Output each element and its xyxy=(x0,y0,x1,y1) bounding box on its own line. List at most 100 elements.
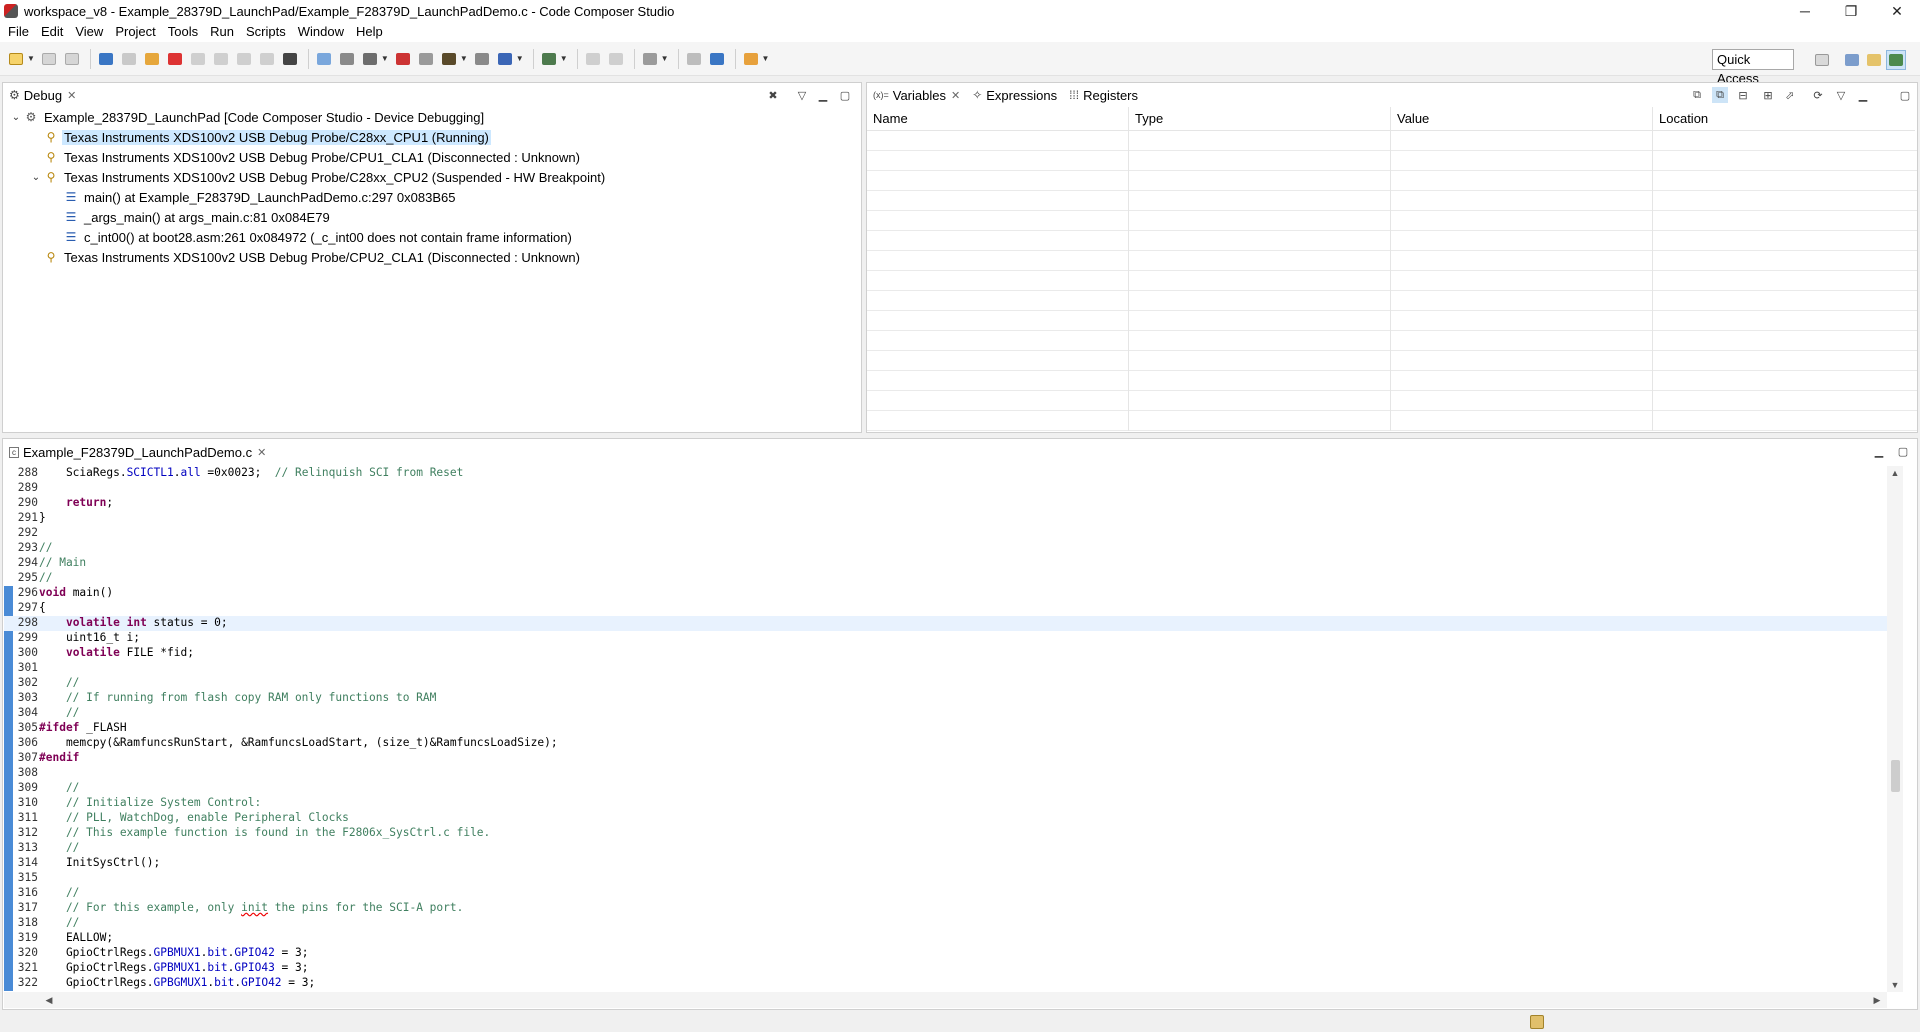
pin-view-icon[interactable]: ⬀ xyxy=(1782,87,1798,103)
scroll-thumb[interactable] xyxy=(1891,760,1900,792)
console-icon[interactable] xyxy=(640,49,660,69)
column-type[interactable]: Type xyxy=(1129,107,1391,131)
maximize-view-icon[interactable]: ▢ xyxy=(837,87,853,103)
tab-debug[interactable]: ⚙ Debug ✕ xyxy=(3,83,83,107)
variables-table-row[interactable] xyxy=(867,251,1917,271)
tab-registers[interactable]: ⁞⁞⁞ Registers xyxy=(1063,83,1144,107)
step-over-icon[interactable] xyxy=(211,49,231,69)
quick-access-input[interactable]: Quick Access xyxy=(1712,49,1794,86)
menu-scripts[interactable]: Scripts xyxy=(240,22,292,42)
tree-item-frame-args-main[interactable]: ☰ _args_main() at args_main.c:81 0x084E7… xyxy=(49,207,332,227)
code-line[interactable]: 305 #ifdef _FLASH xyxy=(4,721,1887,736)
code-line[interactable]: 322 GpioCtrlRegs.GPBGMUX1.bit.GPIO42 = 3… xyxy=(4,976,1887,991)
code-line[interactable]: 290 return; xyxy=(4,496,1887,511)
save-icon[interactable] xyxy=(39,49,59,69)
code-line[interactable]: 310 // Initialize System Control: xyxy=(4,796,1887,811)
code-line[interactable]: 298 volatile int status = 0; xyxy=(4,616,1887,631)
close-button[interactable]: ✕ xyxy=(1874,0,1920,22)
debug-status-icon[interactable] xyxy=(1530,1015,1544,1029)
scroll-down-arrow-icon[interactable]: ▼ xyxy=(1887,978,1903,992)
menu-edit[interactable]: Edit xyxy=(35,22,69,42)
editor-horizontal-scrollbar[interactable]: ◀ ▶ xyxy=(4,992,1887,1008)
tree-item-frame-c-int00[interactable]: ☰ c_int00() at boot28.asm:261 0x084972 (… xyxy=(49,227,574,247)
code-line[interactable]: 297{ xyxy=(4,601,1887,616)
maximize-view-icon[interactable]: ▢ xyxy=(1895,443,1911,459)
code-line[interactable]: 320 GpioCtrlRegs.GPBMUX1.bit.GPIO42 = 3; xyxy=(4,946,1887,961)
variables-table-row[interactable] xyxy=(867,131,1917,151)
reset-icon[interactable] xyxy=(257,49,277,69)
close-icon[interactable]: ✕ xyxy=(67,89,76,102)
tree-item-cpu1-cla1[interactable]: ⚲ Texas Instruments XDS100v2 USB Debug P… xyxy=(29,147,582,167)
code-line[interactable]: 296 void main() xyxy=(4,586,1887,601)
refresh-icon[interactable]: ⟳ xyxy=(1810,87,1826,103)
code-line[interactable]: 312 // This example function is found in… xyxy=(4,826,1887,841)
code-line[interactable]: 319 EALLOW; xyxy=(4,931,1887,946)
load-program-icon[interactable] xyxy=(472,49,492,69)
collapse-all-icon[interactable]: ⊟ xyxy=(1735,87,1751,103)
tools-icon[interactable] xyxy=(606,49,626,69)
variables-table-row[interactable] xyxy=(867,391,1917,411)
ccs-simple-perspective-icon[interactable] xyxy=(1864,50,1884,70)
code-line[interactable]: 311 // PLL, WatchDog, enable Peripheral … xyxy=(4,811,1887,826)
show-logical-structure-icon[interactable]: ⧉ xyxy=(1712,87,1728,103)
variables-table-row[interactable] xyxy=(867,291,1917,311)
code-line[interactable]: 309 // xyxy=(4,781,1887,796)
variables-table-row[interactable] xyxy=(867,211,1917,231)
assembly-step-over-icon[interactable] xyxy=(583,49,603,69)
code-line[interactable]: 316 // xyxy=(4,886,1887,901)
minimize-view-icon[interactable]: ▁ xyxy=(815,87,831,103)
menu-window[interactable]: Window xyxy=(292,22,350,42)
new-icon[interactable] xyxy=(6,49,26,69)
code-line[interactable]: 313 // xyxy=(4,841,1887,856)
tree-item-cpu2[interactable]: ⌄ ⚲ Texas Instruments XDS100v2 USB Debug… xyxy=(29,167,607,187)
code-line[interactable]: 304 // xyxy=(4,706,1887,721)
scroll-up-arrow-icon[interactable]: ▲ xyxy=(1887,466,1903,480)
variables-table-row[interactable] xyxy=(867,351,1917,371)
variables-table-row[interactable] xyxy=(867,231,1917,251)
code-line[interactable]: 308 xyxy=(4,766,1887,781)
code-editor[interactable]: 288 SciaRegs.SCICTL1.all =0x0023; // Rel… xyxy=(4,466,1887,992)
editor-vertical-scrollbar[interactable]: ▲ ▼ xyxy=(1887,466,1903,992)
variables-table-row[interactable] xyxy=(867,371,1917,391)
tab-expressions[interactable]: ✧ Expressions xyxy=(966,83,1063,107)
code-line[interactable]: 318 // xyxy=(4,916,1887,931)
variables-table-row[interactable] xyxy=(867,191,1917,211)
suspend-icon[interactable] xyxy=(142,49,162,69)
launch-icon[interactable] xyxy=(439,49,459,69)
variables-table-row[interactable] xyxy=(867,271,1917,291)
tab-editor-file[interactable]: c Example_F28379D_LaunchPadDemo.c ✕ xyxy=(3,439,273,465)
variables-table-row[interactable] xyxy=(867,311,1917,331)
tree-item-cpu1[interactable]: ⚲ Texas Instruments XDS100v2 USB Debug P… xyxy=(29,127,491,147)
scroll-left-arrow-icon[interactable]: ◀ xyxy=(42,992,56,1008)
debug-view-icon[interactable] xyxy=(96,49,116,69)
tab-variables[interactable]: (x)= Variables ✕ xyxy=(867,83,967,107)
memory-browser-icon[interactable] xyxy=(280,49,300,69)
code-line[interactable]: 295// xyxy=(4,571,1887,586)
column-name[interactable]: Name xyxy=(867,107,1129,131)
minimize-view-icon[interactable]: ▁ xyxy=(1871,443,1887,459)
tree-item-cpu2-cla1[interactable]: ⚲ Texas Instruments XDS100v2 USB Debug P… xyxy=(29,247,582,267)
flash-icon[interactable] xyxy=(337,49,357,69)
code-line[interactable]: 314 InitSysCtrl(); xyxy=(4,856,1887,871)
build-icon[interactable] xyxy=(416,49,436,69)
view-menu-icon[interactable]: ▽ xyxy=(1833,87,1849,103)
ccs-edit-perspective-icon[interactable] xyxy=(1842,50,1862,70)
minimize-view-icon[interactable]: ▁ xyxy=(1855,87,1871,103)
settings-gear-icon[interactable] xyxy=(495,49,515,69)
maximize-view-icon[interactable]: ▢ xyxy=(1897,87,1913,103)
open-perspective-icon[interactable] xyxy=(1812,50,1832,70)
code-line[interactable]: 292 xyxy=(4,526,1887,541)
menu-run[interactable]: Run xyxy=(204,22,240,42)
tree-item-frame-main[interactable]: ☰ main() at Example_F28379D_LaunchPadDem… xyxy=(49,187,457,207)
code-line[interactable]: 306 memcpy(&RamfuncsRunStart, &RamfuncsL… xyxy=(4,736,1887,751)
menu-help[interactable]: Help xyxy=(350,22,389,42)
code-line[interactable]: 289 xyxy=(4,481,1887,496)
view-menu-icon[interactable]: ▽ xyxy=(794,87,810,103)
code-line[interactable]: 301 xyxy=(4,661,1887,676)
code-line[interactable]: 302 // xyxy=(4,676,1887,691)
connect-icon[interactable] xyxy=(314,49,334,69)
close-icon[interactable]: ✕ xyxy=(257,446,266,459)
search-icon[interactable] xyxy=(684,49,704,69)
terminate-icon[interactable] xyxy=(165,49,185,69)
code-line[interactable]: 293// xyxy=(4,541,1887,556)
